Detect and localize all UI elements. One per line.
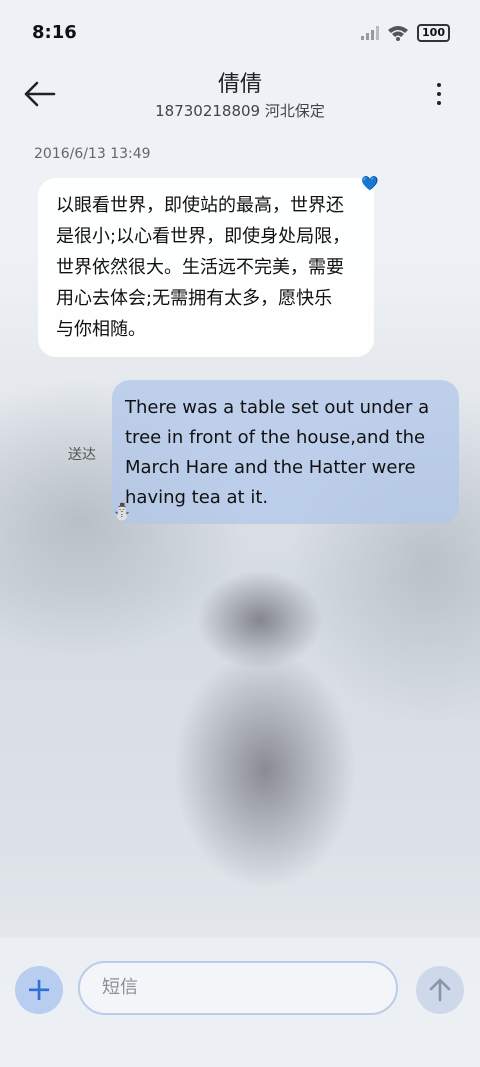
message-line: March Hare and the Hatter were bbox=[125, 457, 416, 478]
status-bar: 8:16 100 bbox=[0, 0, 480, 68]
contact-number-location: 18730218809 河北保定 bbox=[155, 102, 325, 120]
message-line: 是很小;以心看世界，即使身处局限， bbox=[56, 226, 351, 247]
delivery-status: 送达 bbox=[68, 447, 96, 463]
battery-indicator: 100 bbox=[417, 24, 450, 42]
more-options-icon[interactable] bbox=[434, 80, 444, 110]
status-time: 8:16 bbox=[32, 22, 77, 43]
message-line: There was a table set out under a bbox=[125, 397, 430, 418]
status-icons: 100 bbox=[361, 24, 450, 42]
message-line: tree in front of the house,and the bbox=[125, 427, 426, 448]
incoming-message-bubble[interactable]: 以眼看世界，即使站的最高，世界还 是很小;以心看世界，即使身处局限， 世界依然很… bbox=[38, 178, 374, 357]
message-line: 世界依然很大。生活远不完美，需要 bbox=[56, 257, 344, 278]
message-line: 与你相随。 bbox=[56, 319, 146, 340]
wifi-icon bbox=[388, 26, 409, 41]
add-attachment-button[interactable]: + bbox=[15, 966, 63, 1014]
signal-icon bbox=[361, 26, 380, 40]
outgoing-message-bubble[interactable]: There was a table set out under a tree i… bbox=[112, 380, 459, 524]
message-timestamp: 2016/6/13 13:49 bbox=[34, 146, 151, 162]
heart-reaction-icon: 💙 bbox=[361, 176, 379, 192]
message-line: having tea at it. bbox=[125, 487, 269, 508]
contact-name: 倩倩 bbox=[217, 72, 262, 97]
message-line: 用心去体会;无需拥有太多，愿快乐 bbox=[56, 288, 333, 309]
message-line: 以眼看世界，即使站的最高，世界还 bbox=[56, 195, 344, 216]
message-input[interactable]: 短信 bbox=[78, 961, 398, 1015]
snowman-sticker-icon: ⛄ bbox=[112, 502, 132, 521]
send-button[interactable] bbox=[416, 966, 464, 1014]
arrow-up-icon bbox=[429, 978, 451, 1002]
